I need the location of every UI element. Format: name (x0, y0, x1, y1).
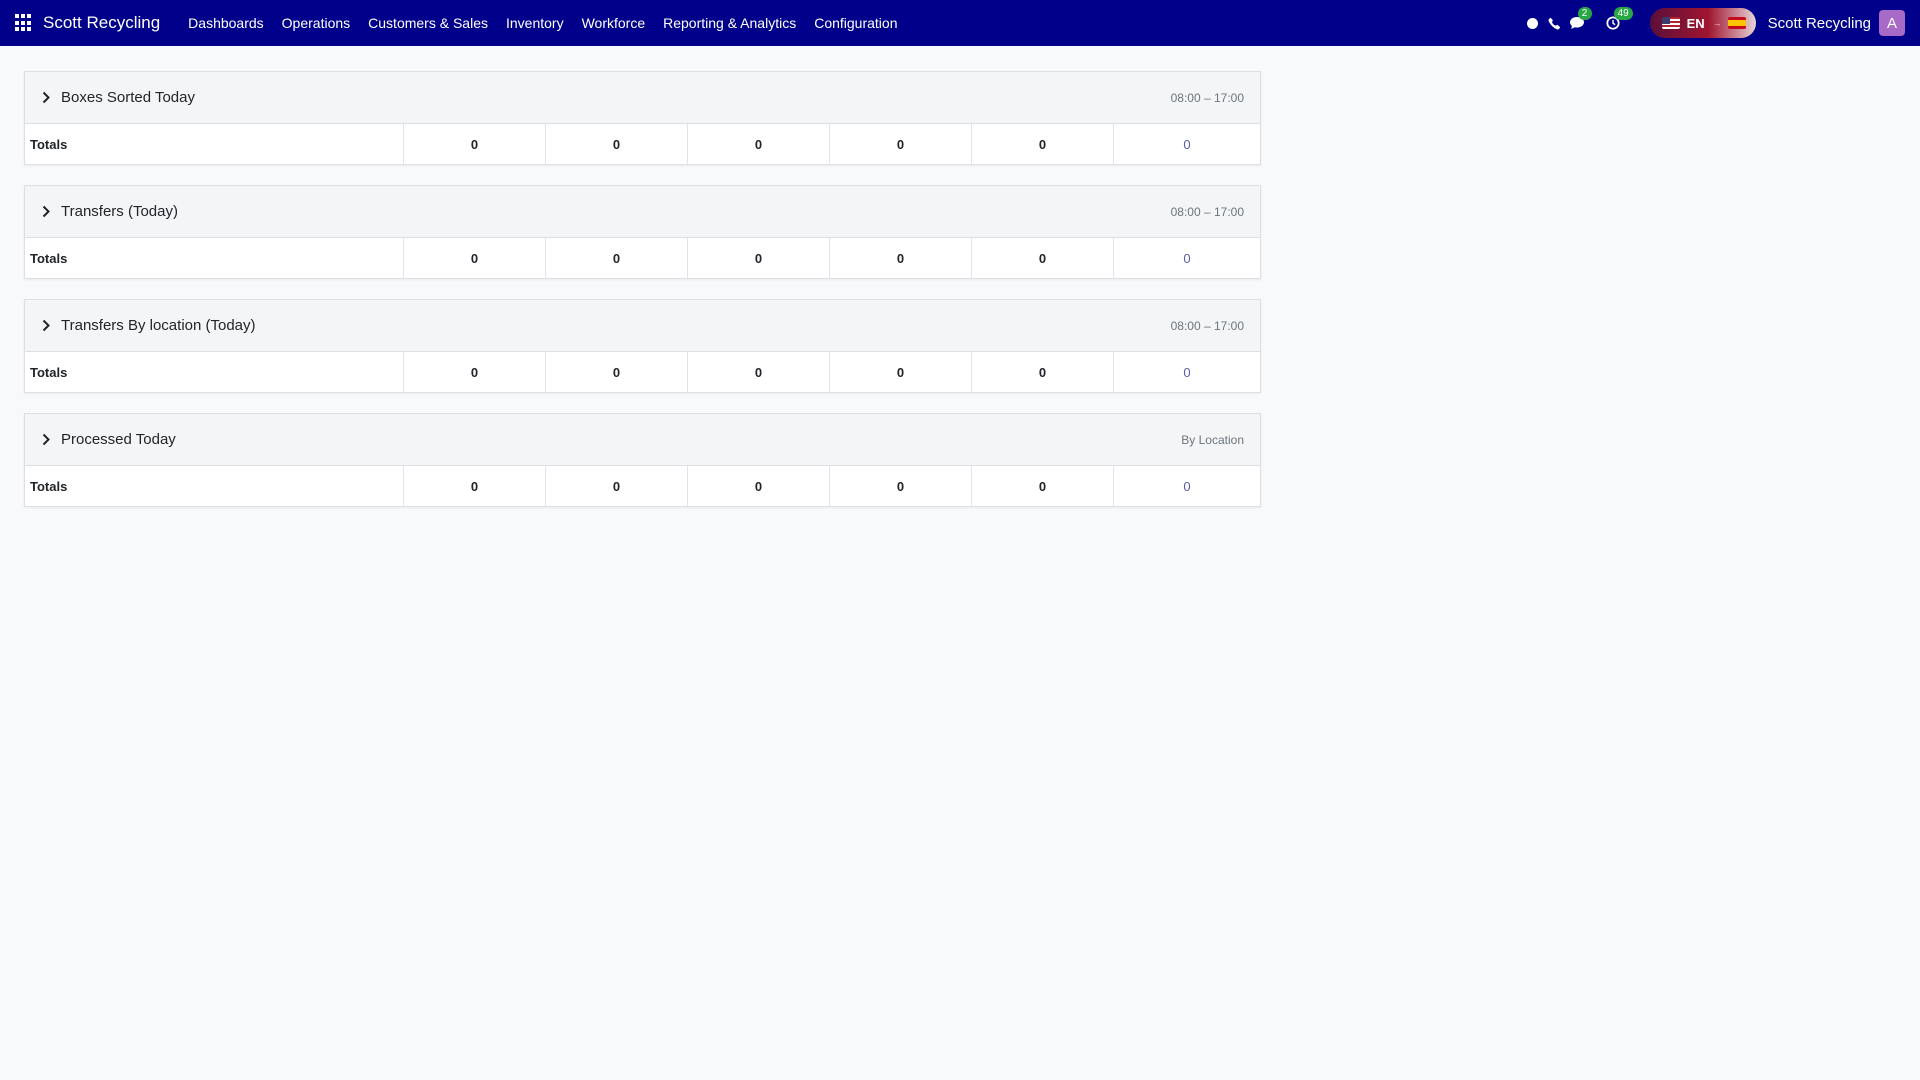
total-value: 0 (687, 124, 829, 164)
total-value: 0 (545, 124, 687, 164)
totals-row: Totals 0 0 0 0 0 0 (25, 352, 1260, 392)
total-value: 0 (829, 466, 971, 506)
totals-label: Totals (30, 250, 68, 266)
arrow-right-icon: → (1712, 18, 1722, 28)
total-value: 0 (971, 352, 1113, 392)
total-value: 0 (545, 352, 687, 392)
chevron-right-icon (39, 205, 53, 219)
chat-badge: 2 (1577, 7, 1592, 20)
total-value: 0 (403, 238, 545, 278)
language-code: EN (1686, 15, 1705, 31)
totals-row: Totals 0 0 0 0 0 0 (25, 238, 1260, 278)
activity-clock-icon[interactable]: 49 (1604, 7, 1633, 32)
chevron-right-icon (39, 91, 53, 105)
top-navbar: Scott Recycling Dashboards Operations Cu… (0, 0, 1920, 46)
menu-reporting-analytics[interactable]: Reporting & Analytics (654, 0, 805, 46)
status-dot-icon[interactable] (1524, 14, 1542, 32)
card-header[interactable]: Boxes Sorted Today 08:00 – 17:00 (25, 72, 1260, 124)
company-switcher[interactable]: Scott Recycling (1768, 15, 1871, 32)
systray: 2 49 EN → Scott Recycling A (1524, 0, 1920, 46)
language-switcher[interactable]: EN → (1649, 8, 1756, 38)
grand-total-link[interactable]: 0 (1113, 352, 1260, 392)
totals-row: Totals 0 0 0 0 0 0 (25, 124, 1260, 164)
grand-total-link[interactable]: 0 (1113, 124, 1260, 164)
activity-badge: 49 (1613, 7, 1633, 20)
menu-operations[interactable]: Operations (273, 0, 359, 46)
grand-total-link[interactable]: 0 (1113, 466, 1260, 506)
totals-label: Totals (30, 478, 68, 494)
phone-icon[interactable] (1546, 14, 1564, 32)
card-header[interactable]: Transfers (Today) 08:00 – 17:00 (25, 186, 1260, 238)
card-header[interactable]: Processed Today By Location (25, 414, 1260, 466)
menu-inventory[interactable]: Inventory (497, 0, 573, 46)
total-value: 0 (971, 238, 1113, 278)
card-transfers-today: Transfers (Today) 08:00 – 17:00 Totals 0… (24, 185, 1261, 279)
total-value: 0 (403, 124, 545, 164)
total-value: 0 (829, 352, 971, 392)
card-title: Transfers By location (Today) (61, 317, 256, 334)
chevron-right-icon (39, 319, 53, 333)
total-value: 0 (403, 352, 545, 392)
grand-total-link[interactable]: 0 (1113, 238, 1260, 278)
total-value: 0 (687, 466, 829, 506)
apps-grid-icon[interactable] (15, 14, 33, 32)
total-value: 0 (403, 466, 545, 506)
card-title: Boxes Sorted Today (61, 89, 195, 106)
totals-label: Totals (30, 136, 68, 152)
totals-row: Totals 0 0 0 0 0 0 (25, 466, 1260, 506)
menu-configuration[interactable]: Configuration (805, 0, 906, 46)
card-time-range: 08:00 – 17:00 (1170, 90, 1244, 105)
menu-dashboards[interactable]: Dashboards (179, 0, 273, 46)
dashboard-cards: Boxes Sorted Today 08:00 – 17:00 Totals … (24, 71, 1261, 527)
menu-customers-sales[interactable]: Customers & Sales (359, 0, 497, 46)
main-menu: Dashboards Operations Customers & Sales … (179, 0, 906, 46)
chevron-right-icon (39, 433, 53, 447)
es-flag-icon (1727, 17, 1746, 29)
card-title: Transfers (Today) (61, 203, 178, 220)
total-value: 0 (545, 466, 687, 506)
card-time-range: 08:00 – 17:00 (1170, 204, 1244, 219)
total-value: 0 (971, 466, 1113, 506)
card-header[interactable]: Transfers By location (Today) 08:00 – 17… (25, 300, 1260, 352)
brand-name[interactable]: Scott Recycling (43, 13, 160, 33)
total-value: 0 (545, 238, 687, 278)
totals-label: Totals (30, 364, 68, 380)
card-boxes-sorted-today: Boxes Sorted Today 08:00 – 17:00 Totals … (24, 71, 1261, 165)
total-value: 0 (971, 124, 1113, 164)
total-value: 0 (829, 124, 971, 164)
card-time-range: 08:00 – 17:00 (1170, 318, 1244, 333)
total-value: 0 (829, 238, 971, 278)
user-avatar[interactable]: A (1879, 10, 1905, 36)
chat-icon[interactable]: 2 (1568, 7, 1592, 32)
card-transfers-by-location-today: Transfers By location (Today) 08:00 – 17… (24, 299, 1261, 393)
card-grouping: By Location (1181, 432, 1244, 447)
card-processed-today: Processed Today By Location Totals 0 0 0… (24, 413, 1261, 507)
us-flag-icon (1661, 17, 1680, 29)
menu-workforce[interactable]: Workforce (573, 0, 655, 46)
total-value: 0 (687, 352, 829, 392)
card-title: Processed Today (61, 431, 176, 448)
total-value: 0 (687, 238, 829, 278)
